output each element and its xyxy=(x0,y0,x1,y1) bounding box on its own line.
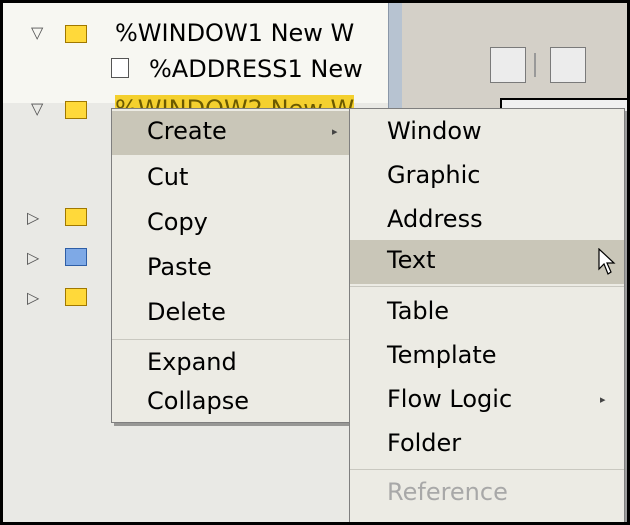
window-folder-icon xyxy=(65,288,87,306)
menu-separator xyxy=(112,339,360,340)
address-icon xyxy=(111,58,129,78)
tree-node-address1[interactable]: %ADDRESS1 New xyxy=(149,55,363,85)
add-node-icon[interactable] xyxy=(490,47,526,83)
collapse-toggle-icon[interactable]: ▽ xyxy=(31,23,43,42)
submenu-item-address[interactable]: Address xyxy=(350,199,624,243)
submenu-item-template[interactable]: Template xyxy=(350,335,624,379)
submenu-item-reference-disabled: Reference xyxy=(387,478,508,506)
window-folder-icon xyxy=(65,25,87,43)
tree-top-area xyxy=(3,3,388,103)
submenu-item-folder[interactable]: Folder xyxy=(350,423,624,467)
form-view-icon[interactable] xyxy=(550,47,586,83)
tree-node-window1[interactable]: %WINDOW1 New W xyxy=(115,19,354,49)
window-folder-icon xyxy=(65,101,87,119)
menu-item-create[interactable]: Create ▸ xyxy=(112,111,360,155)
menu-item-delete[interactable]: Delete xyxy=(112,292,360,336)
collapse-toggle-icon[interactable]: ▽ xyxy=(31,99,43,118)
submenu-item-text[interactable]: Text xyxy=(350,240,624,284)
submenu-arrow-icon: ▸ xyxy=(600,393,606,406)
menu-item-copy[interactable]: Copy xyxy=(112,202,360,246)
context-menu: Create ▸ Cut Copy Paste Delete Expand Co… xyxy=(111,108,361,423)
submenu-item-window[interactable]: Window xyxy=(350,111,624,155)
menu-item-collapse[interactable]: Collapse xyxy=(112,381,360,425)
submenu-arrow-icon: ▸ xyxy=(332,125,338,138)
menu-separator xyxy=(350,286,624,287)
page-icon xyxy=(65,248,87,266)
expand-toggle-icon[interactable]: ▷ xyxy=(27,248,39,267)
menu-separator xyxy=(350,469,624,470)
submenu-item-table[interactable]: Table xyxy=(350,291,624,335)
menu-item-cut[interactable]: Cut xyxy=(112,157,360,201)
submenu-item-flow-logic[interactable]: Flow Logic ▸ xyxy=(350,379,624,423)
screen: ▽ %WINDOW1 New W %ADDRESS1 New ▽ %WINDOW… xyxy=(0,0,630,525)
expand-toggle-icon[interactable]: ▷ xyxy=(27,208,39,227)
menu-item-paste[interactable]: Paste xyxy=(112,247,360,291)
expand-toggle-icon[interactable]: ▷ xyxy=(27,288,39,307)
submenu-item-graphic[interactable]: Graphic xyxy=(350,155,624,199)
window-folder-icon xyxy=(65,208,87,226)
mouse-cursor-icon xyxy=(598,248,616,275)
create-submenu: Window Graphic Address Text Table Templa… xyxy=(349,108,625,522)
menu-item-expand[interactable]: Expand xyxy=(112,342,360,386)
toolbar-separator xyxy=(534,53,536,77)
